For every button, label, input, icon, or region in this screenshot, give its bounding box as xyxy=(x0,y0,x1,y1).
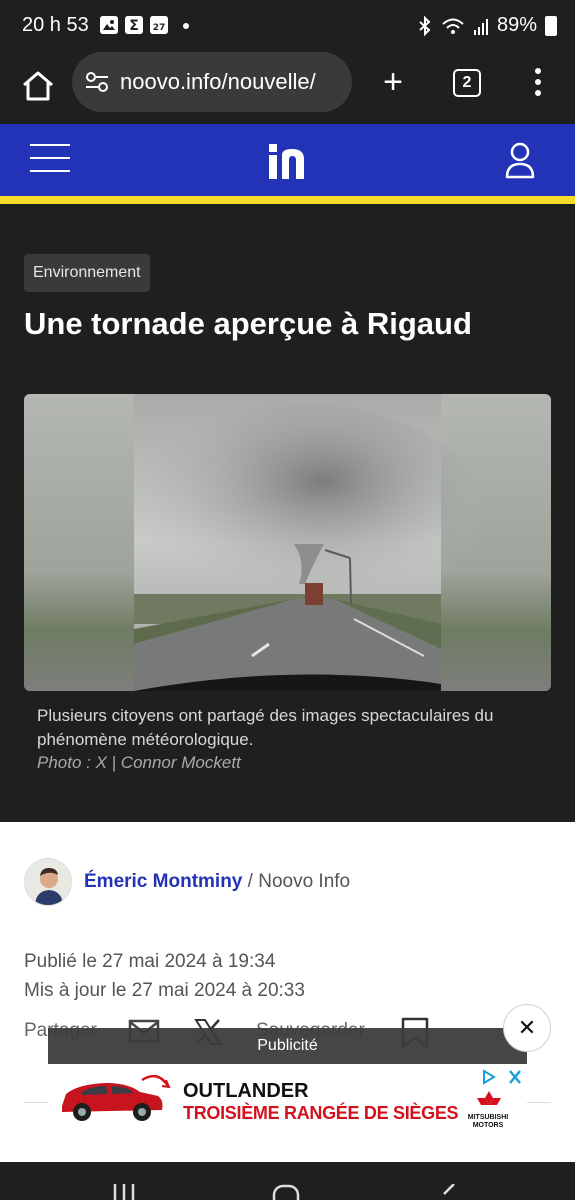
photo-credit: Photo : X | Connor Mockett xyxy=(37,753,241,772)
close-ad-button[interactable]: ✕ xyxy=(503,1004,551,1052)
photo-caption: Plusieurs citoyens ont partagé des image… xyxy=(37,706,494,749)
site-header xyxy=(0,124,575,196)
ad-subline: TROISIÈME RANGÉE DE SIÈGES xyxy=(183,1103,459,1123)
calendar-day: 27 xyxy=(153,23,166,33)
header-accent-line xyxy=(0,196,575,204)
tab-switcher-button[interactable]: 2 xyxy=(453,69,481,97)
status-bar: 20 h 53 Σ 27 89% xyxy=(0,0,575,52)
ad-headline: OUTLANDER xyxy=(183,1080,309,1102)
outlet-name: Noovo Info xyxy=(258,871,351,892)
back-nav-icon[interactable] xyxy=(438,1184,458,1200)
more-notifications-dot xyxy=(183,23,189,29)
home-nav-icon[interactable] xyxy=(272,1184,300,1200)
address-bar[interactable]: noovo.info/nouvelle/ xyxy=(72,52,352,112)
account-icon[interactable] xyxy=(504,140,536,180)
author-link[interactable]: Émeric Montminy xyxy=(84,871,242,892)
site-settings-icon[interactable] xyxy=(84,71,110,93)
byline-separator: / xyxy=(242,871,259,892)
recent-apps-icon[interactable] xyxy=(112,1184,136,1200)
wifi-icon xyxy=(442,18,464,34)
dates: Publié le 27 mai 2024 à 19:34 Mis à jour… xyxy=(24,947,305,1005)
ad-brand: MITSUBISHI MOTORS xyxy=(467,1114,509,1129)
sigma-app-icon: Σ xyxy=(125,16,143,34)
signal-icon xyxy=(473,18,488,35)
hamburger-menu-icon[interactable] xyxy=(30,144,70,174)
system-nav-bar xyxy=(0,1162,575,1200)
article-title: Une tornade aperçue à Rigaud xyxy=(24,306,472,341)
home-icon[interactable] xyxy=(18,66,58,106)
overflow-menu-icon[interactable] xyxy=(534,68,542,98)
bluetooth-icon xyxy=(419,15,431,36)
published-date: Publié le 27 mai 2024 à 19:34 xyxy=(24,951,276,972)
car-image xyxy=(62,1074,171,1121)
byline: Émeric Montminy / Noovo Info xyxy=(84,871,350,893)
article-header: Environnement Une tornade aperçue à Riga… xyxy=(0,204,575,822)
system-icons: 89% xyxy=(417,14,557,37)
article-photo[interactable] xyxy=(24,394,551,691)
ad-label: Publicité xyxy=(48,1028,527,1064)
battery-percent: 89% xyxy=(496,14,537,36)
updated-date: Mis à jour le 27 mai 2024 à 20:33 xyxy=(24,980,305,1001)
calendar-icon: 27 xyxy=(150,16,168,34)
clock: 20 h 53 xyxy=(22,14,89,36)
ad-banner[interactable]: OUTLANDER TROISIÈME RANGÉE DE SIÈGES MIT… xyxy=(48,1064,527,1130)
category-tag[interactable]: Environnement xyxy=(24,254,150,292)
browser-toolbar: noovo.info/nouvelle/ + 2 xyxy=(0,52,575,124)
new-tab-button[interactable]: + xyxy=(378,64,408,100)
mitsubishi-logo xyxy=(477,1091,501,1105)
svg-text:Σ: Σ xyxy=(129,18,139,34)
url-text[interactable]: noovo.info/nouvelle/ xyxy=(120,69,345,95)
gallery-icon xyxy=(100,16,118,34)
battery-icon xyxy=(545,15,557,36)
author-avatar[interactable] xyxy=(24,858,72,906)
adchoices-icon[interactable] xyxy=(481,1069,523,1085)
noovo-logo[interactable] xyxy=(266,141,308,183)
